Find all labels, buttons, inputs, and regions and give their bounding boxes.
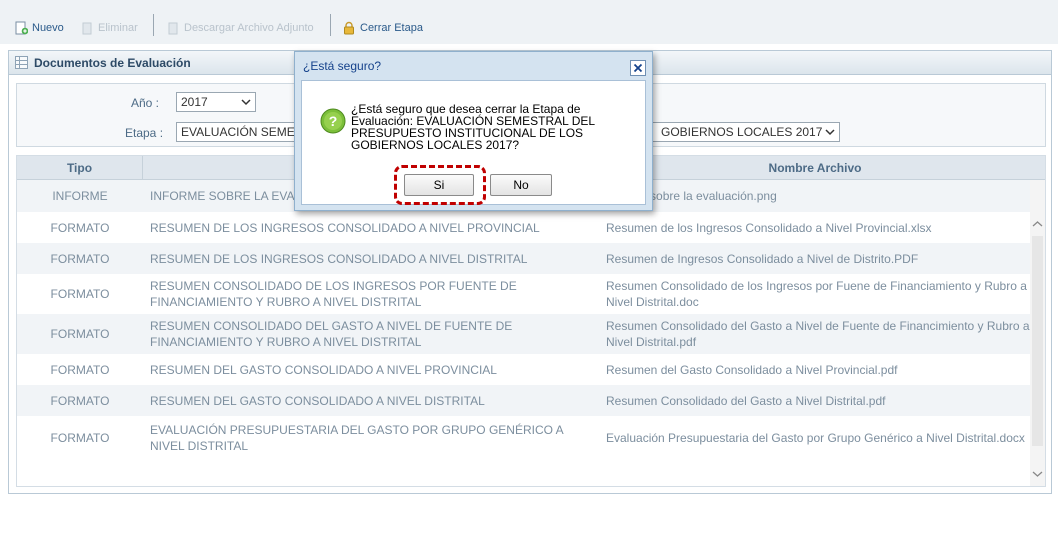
year-select-value: 2017 bbox=[181, 95, 208, 109]
chevron-down-icon bbox=[241, 99, 251, 106]
table-row[interactable]: FORMATO RESUMEN DE LOS INGRESOS CONSOLIDA… bbox=[17, 212, 1032, 243]
grid-icon bbox=[15, 56, 28, 69]
year-label: Año : bbox=[131, 96, 160, 110]
download-icon bbox=[168, 22, 178, 35]
question-icon: ? bbox=[320, 108, 346, 134]
toolbar: Nuevo Eliminar Descargar Archivo Adjunto… bbox=[0, 0, 1058, 44]
table-row[interactable]: FORMATO RESUMEN DEL GASTO CONSOLIDADO A N… bbox=[17, 354, 1032, 385]
cell-descripcion: RESUMEN CONSOLIDADO DEL GASTO A NIVEL DE… bbox=[150, 319, 513, 349]
new-button[interactable]: Nuevo bbox=[14, 20, 64, 36]
cell-archivo: Evaluación Presupuestaria del Gasto por … bbox=[606, 431, 1025, 445]
cell-descripcion: RESUMEN CONSOLIDADO DE LOS INGRESOS POR … bbox=[150, 279, 517, 309]
no-button[interactable]: No bbox=[490, 174, 552, 196]
cell-archivo: Resumen de Ingresos Consolidado a Nivel … bbox=[606, 251, 919, 266]
toolbar-divider bbox=[153, 14, 154, 36]
cell-descripcion: RESUMEN DE LOS INGRESOS CONSOLIDADO A NI… bbox=[150, 220, 540, 235]
cell-descripcion: EVALUACIÓN PRESUPUESTARIA DEL GASTO POR … bbox=[150, 423, 563, 453]
panel-title: Documentos de Evaluación bbox=[34, 55, 191, 70]
cell-descripcion: RESUMEN DEL GASTO CONSOLIDADO A NIVEL PR… bbox=[150, 362, 497, 377]
cell-descripcion: RESUMEN DE LOS INGRESOS CONSOLIDADO A NI… bbox=[150, 251, 528, 266]
cell-tipo: FORMATO bbox=[50, 287, 110, 301]
cell-tipo: FORMATO bbox=[50, 393, 110, 408]
cell-archivo: Resumen Consolidado del Gasto a Nivel de… bbox=[606, 319, 1030, 349]
column-header-tipo[interactable]: Tipo bbox=[17, 156, 143, 180]
download-attachment-button[interactable]: Descargar Archivo Adjunto bbox=[166, 20, 314, 36]
year-select[interactable]: 2017 bbox=[176, 92, 256, 112]
cell-tipo: FORMATO bbox=[50, 362, 110, 377]
table-row[interactable]: FORMATO RESUMEN CONSOLIDADO DEL GASTO A N… bbox=[17, 314, 1032, 354]
cell-archivo: Informe sobre la evaluación.png bbox=[606, 189, 777, 203]
svg-text:?: ? bbox=[329, 113, 338, 129]
cell-archivo: Resumen Consolidado del Gasto a Nivel Di… bbox=[606, 393, 886, 408]
toolbar-divider bbox=[330, 14, 331, 36]
cell-archivo: Resumen de los Ingresos Consolidado a Ni… bbox=[606, 220, 932, 235]
download-attachment-label: Descargar Archivo Adjunto bbox=[184, 22, 314, 34]
table-scrollbar[interactable] bbox=[1030, 180, 1045, 486]
close-stage-label: Cerrar Etapa bbox=[360, 22, 423, 34]
yes-button-highlight bbox=[394, 165, 486, 205]
dialog-close-button[interactable] bbox=[630, 60, 646, 76]
new-button-label: Nuevo bbox=[32, 22, 64, 34]
delete-icon bbox=[82, 22, 92, 35]
cell-tipo: FORMATO bbox=[50, 251, 110, 266]
close-icon bbox=[633, 63, 643, 73]
scroll-up-icon[interactable] bbox=[1032, 220, 1043, 228]
new-document-icon bbox=[15, 21, 28, 35]
cell-archivo: Resumen del Gasto Consolidado a Nivel Pr… bbox=[606, 362, 898, 377]
cell-tipo: INFORME bbox=[52, 189, 108, 203]
cell-tipo: FORMATO bbox=[50, 431, 110, 445]
cell-tipo: FORMATO bbox=[50, 327, 110, 341]
column-header-archivo[interactable]: Nombre Archivo bbox=[598, 156, 1032, 180]
chevron-down-icon bbox=[825, 129, 835, 136]
table-row[interactable]: FORMATO RESUMEN DE LOS INGRESOS CONSOLIDA… bbox=[17, 243, 1032, 274]
table-row[interactable]: FORMATO RESUMEN DEL GASTO CONSOLIDADO A N… bbox=[17, 385, 1032, 416]
dialog-message: ¿Está seguro que desea cerrar la Etapa d… bbox=[351, 102, 595, 152]
cell-tipo: FORMATO bbox=[50, 220, 110, 235]
delete-button-label: Eliminar bbox=[98, 22, 138, 34]
table-row[interactable]: FORMATO EVALUACIÓN PRESUPUESTARIA DEL GAS… bbox=[17, 416, 1032, 460]
cell-archivo: Resumen Consolidado de los Ingresos por … bbox=[606, 279, 1027, 309]
table-row[interactable]: FORMATO RESUMEN CONSOLIDADO DE LOS INGRES… bbox=[17, 274, 1032, 314]
close-stage-button[interactable]: Cerrar Etapa bbox=[342, 20, 423, 36]
stage-label: Etapa : bbox=[125, 126, 164, 140]
scroll-down-icon[interactable] bbox=[1032, 470, 1043, 478]
delete-button[interactable]: Eliminar bbox=[80, 20, 138, 36]
dialog-title: ¿Está seguro? bbox=[303, 59, 382, 73]
confirm-dialog: ¿Está seguro? ? ¿Está seguro que desea c… bbox=[294, 51, 653, 211]
dialog-body: ? ¿Está seguro que desea cerrar la Etapa… bbox=[301, 80, 646, 205]
stage-select-value-tail: GOBIERNOS LOCALES 2017 bbox=[661, 125, 823, 139]
cell-descripcion: RESUMEN DEL GASTO CONSOLIDADO A NIVEL DI… bbox=[150, 393, 485, 408]
lock-icon bbox=[344, 21, 354, 35]
scrollbar-thumb[interactable] bbox=[1032, 236, 1043, 446]
